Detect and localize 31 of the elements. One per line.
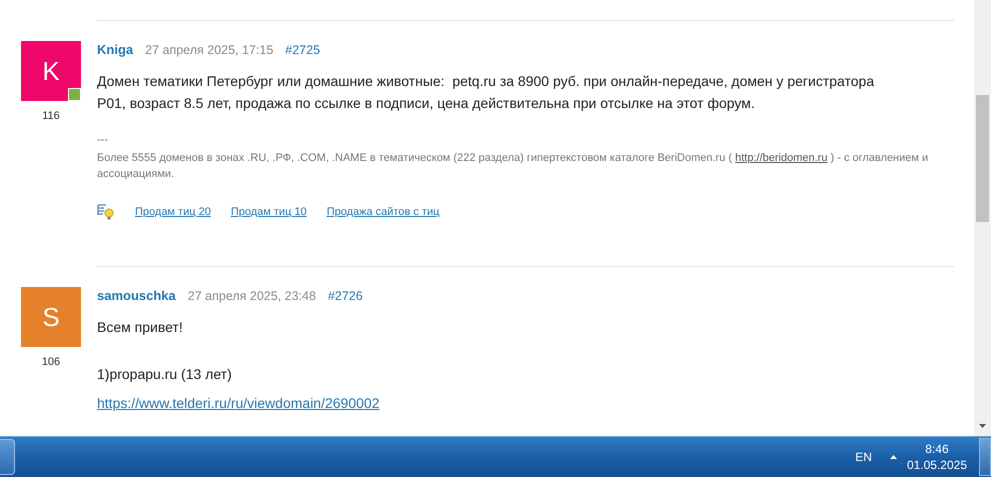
post-date: 27 апреля 2025, 23:48 <box>188 289 316 303</box>
ad-link[interactable]: Продам тиц 10 <box>230 206 307 218</box>
ad-link[interactable]: Продам тиц 20 <box>135 206 211 218</box>
clock-time: 8:46 <box>925 441 949 458</box>
language-indicator[interactable]: EN <box>855 450 872 464</box>
clock[interactable]: 8:46 01.05.2025 <box>906 441 967 474</box>
post-number-link[interactable]: #2725 <box>285 43 320 57</box>
clock-date: 01.05.2025 <box>906 457 967 474</box>
start-button[interactable] <box>0 439 15 476</box>
post-text: 1)propapu.ru (13 лет) <box>97 365 233 384</box>
user-rating: 116 <box>42 110 60 122</box>
post-link[interactable]: https://www.telderi.ru/ru/viewdomain/2690002 <box>97 395 380 411</box>
ad-link[interactable]: Продажа сайтов с тиц <box>326 206 440 218</box>
post-date: 27 апреля 2025, 17:15 <box>145 43 274 57</box>
author-name[interactable]: samouschka <box>97 288 176 303</box>
user-rating: 106 <box>42 356 60 368</box>
signature-text: Более 5555 доменов в зонах .RU, .РФ, .COM, .NAME в тематическом (222 раздела) гипертекстовом каталоге BeriDomen.ru ( http://beridomen.ru ) - с оглавлением и ассоциациями. <box>97 151 930 182</box>
scroll-down-icon[interactable] <box>979 424 986 428</box>
signature-separator: --- <box>97 134 109 146</box>
scrollbar-thumb[interactable] <box>976 95 989 222</box>
author-name[interactable]: Kniga <box>97 42 134 57</box>
post-text: Домен тематики Петербург или домашние животные: petq.ru за 8900 руб. при онлайн-передаче, домен у регистратора Р01, возраст 8.5 лет, продажа по ссылке в подписи, цена действительна при отсылке на этот форум. <box>97 72 876 113</box>
scrollbar[interactable] <box>974 0 991 436</box>
avatar[interactable]: K <box>21 41 81 101</box>
post-text: Всем привет! <box>97 318 184 337</box>
avatar[interactable]: S <box>21 287 81 347</box>
post-number-link[interactable]: #2726 <box>328 289 363 303</box>
show-desktop-button[interactable] <box>979 438 991 476</box>
tray-expand-icon[interactable] <box>890 455 897 460</box>
signature-link[interactable]: http://beridomen.ru <box>735 152 828 164</box>
lightbulb-icon <box>97 204 115 220</box>
